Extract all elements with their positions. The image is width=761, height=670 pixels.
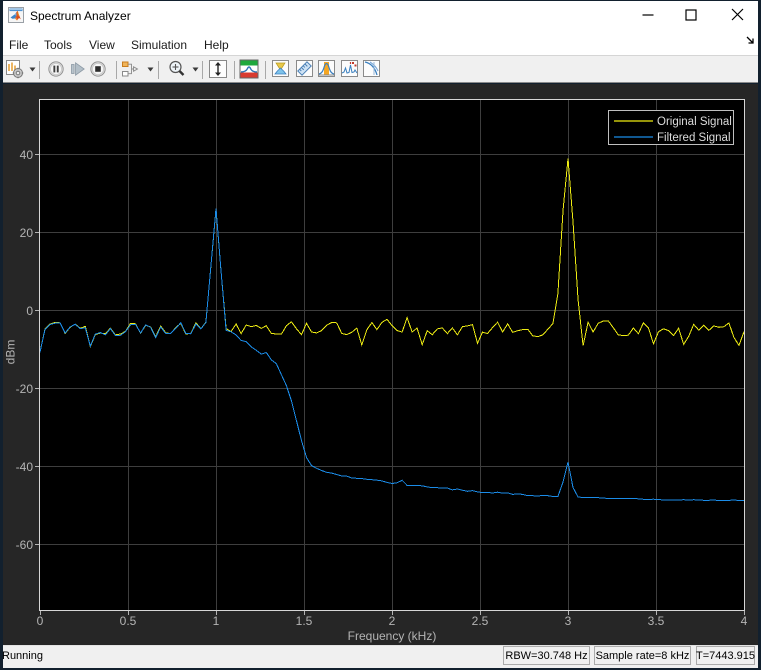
svg-text:Filtered Signal: Filtered Signal	[657, 132, 731, 144]
svg-text:Original Signal: Original Signal	[657, 116, 732, 128]
